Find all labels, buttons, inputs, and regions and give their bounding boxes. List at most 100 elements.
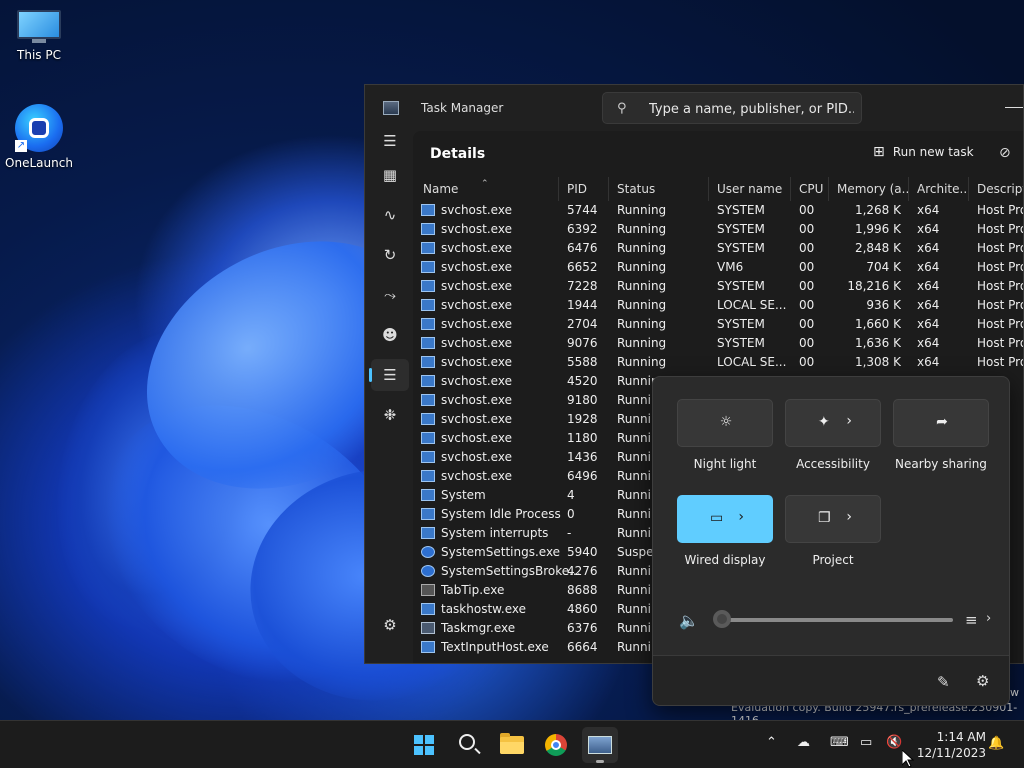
process-user: SYSTEM (717, 317, 765, 331)
run-new-task-button[interactable]: ⊞ Run new task (873, 144, 974, 166)
night-light-tile[interactable]: ☼ (677, 399, 773, 447)
column-header-cpu[interactable]: CPU (791, 177, 829, 201)
nearby-sharing-tile[interactable]: ➦ (893, 399, 989, 447)
process-arch: x64 (917, 203, 940, 217)
wired-display-tile[interactable]: ▭ › (677, 495, 773, 543)
column-header-status[interactable]: Status (609, 177, 709, 201)
volume-slider[interactable] (719, 618, 953, 622)
volume-slider-thumb[interactable] (713, 610, 731, 628)
process-name: svchost.exe (441, 203, 512, 217)
process-memory: 1,996 K (854, 222, 901, 236)
process-pid: 4860 (567, 602, 598, 616)
users-icon[interactable]: ☻ (371, 319, 409, 351)
process-name: System Idle Process (441, 507, 561, 521)
desktop-icon-label: OneLaunch (5, 156, 73, 170)
table-row[interactable]: svchost.exe 6392 Running SYSTEM 00 1,996 K x64… (415, 220, 1023, 239)
chrome-button[interactable] (538, 727, 574, 763)
service-icon (421, 432, 435, 444)
project-tile[interactable]: ❐ › (785, 495, 881, 543)
onedrive-offline-icon[interactable]: ☁ (797, 735, 810, 750)
search-input[interactable] (649, 99, 854, 119)
process-pid: 1180 (567, 431, 598, 445)
process-arch: x64 (917, 298, 940, 312)
startup-apps-icon[interactable]: ⤳ (371, 279, 409, 311)
process-pid: 1944 (567, 298, 598, 312)
desktop-icon-onelaunch[interactable]: ↗ OneLaunch (2, 104, 76, 170)
process-arch: x64 (917, 336, 940, 350)
process-status: Running (617, 355, 667, 369)
desktop-icon-this-pc[interactable]: This PC (2, 10, 76, 62)
search-box[interactable]: ⚲ (602, 92, 862, 124)
project-icon: ❐ (818, 510, 831, 526)
folder-icon (500, 733, 524, 754)
table-row[interactable]: svchost.exe 6652 Running VM6 00 704 K x64 Host … (415, 258, 1023, 277)
chrome-icon (545, 734, 567, 756)
search-button[interactable] (450, 727, 486, 763)
process-pid: 1928 (567, 412, 598, 426)
processes-icon[interactable]: ▦ (371, 159, 409, 191)
minimize-icon[interactable] (1005, 107, 1023, 108)
settings-gear-icon[interactable]: ⚙ (976, 672, 989, 690)
audio-mixer-icon[interactable]: ≡ (965, 611, 978, 629)
column-header-architecture[interactable]: Archite... (909, 177, 969, 201)
column-header-name[interactable]: ⌃ Name (415, 177, 559, 201)
show-hidden-icons-chevron-icon[interactable]: ⌃ (766, 735, 777, 750)
services-icon[interactable]: ❉ (371, 399, 409, 431)
process-cpu: 00 (799, 241, 815, 255)
network-icon[interactable]: ▭ (860, 735, 872, 750)
process-memory: 1,308 K (854, 355, 901, 369)
process-description: Host Proc (977, 260, 1023, 274)
notification-bell-icon[interactable]: 🔔 (988, 736, 1004, 751)
column-header-pid[interactable]: PID (559, 177, 609, 201)
accessibility-tile[interactable]: ✦ › (785, 399, 881, 447)
process-status: Running (617, 222, 667, 236)
settings-gear-icon[interactable]: ⚙ (371, 609, 409, 641)
end-task-icon[interactable]: ⊘ (999, 145, 1011, 161)
run-new-task-label: Run new task (892, 145, 974, 159)
process-arch: x64 (917, 260, 940, 274)
column-header-description[interactable]: Descriptio (969, 177, 1023, 201)
process-arch: x64 (917, 241, 940, 255)
table-row[interactable]: svchost.exe 6476 Running SYSTEM 00 2,848 K x64… (415, 239, 1023, 258)
hamburger-menu-icon[interactable]: ☰ (371, 125, 409, 157)
process-name: svchost.exe (441, 241, 512, 255)
task-manager-taskbar-button[interactable] (582, 727, 618, 763)
file-explorer-button[interactable] (494, 727, 530, 763)
process-pid: 8688 (567, 583, 598, 597)
app-history-icon[interactable]: ↻ (371, 239, 409, 271)
performance-icon[interactable]: ∿ (371, 199, 409, 231)
column-header-user-name[interactable]: User name (709, 177, 791, 201)
window-title: Task Manager (421, 101, 504, 115)
edit-pencil-icon[interactable]: ✎ (937, 673, 950, 691)
desktop-icon-label: This PC (17, 48, 61, 62)
page-title: Details (430, 146, 486, 162)
process-pid: 6496 (567, 469, 598, 483)
chevron-right-icon: › (846, 413, 852, 429)
table-row[interactable]: svchost.exe 1944 Running LOCAL SE... 00 936 K… (415, 296, 1023, 315)
process-description: Host Proc (977, 279, 1023, 293)
table-row[interactable]: svchost.exe 9076 Running SYSTEM 00 1,636 K x64… (415, 334, 1023, 353)
watermark-fragment: w (1010, 686, 1019, 699)
table-row[interactable]: svchost.exe 2704 Running SYSTEM 00 1,660 K x64… (415, 315, 1023, 334)
process-status: Running (617, 298, 667, 312)
process-name: svchost.exe (441, 355, 512, 369)
volume-mute-icon[interactable]: 🔈 (679, 611, 699, 630)
process-memory: 1,268 K (854, 203, 901, 217)
process-cpu: 00 (799, 355, 815, 369)
details-icon[interactable]: ☰ (369, 359, 409, 391)
chevron-right-icon[interactable]: › (986, 611, 991, 626)
process-pid: 0 (567, 507, 575, 521)
table-row[interactable]: svchost.exe 5744 Running SYSTEM 00 1,268 K x64… (415, 201, 1023, 220)
process-name: svchost.exe (441, 222, 512, 236)
clock[interactable]: 1:14 AM 12/11/2023 (916, 729, 986, 761)
table-row[interactable]: svchost.exe 7228 Running SYSTEM 00 18,216 K x6… (415, 277, 1023, 296)
volume-muted-icon[interactable]: 🔇 (886, 735, 902, 750)
column-header-memory[interactable]: Memory (a... (829, 177, 909, 201)
keyboard-icon[interactable]: ⌨ (830, 735, 849, 750)
table-row[interactable]: svchost.exe 5588 Running LOCAL SE... 00 1,308… (415, 353, 1023, 372)
tile-label: Night light (693, 457, 757, 471)
service-icon (421, 394, 435, 406)
process-description: Host Proc (977, 298, 1023, 312)
process-description: Host Proc (977, 241, 1023, 255)
start-button[interactable] (406, 727, 442, 763)
